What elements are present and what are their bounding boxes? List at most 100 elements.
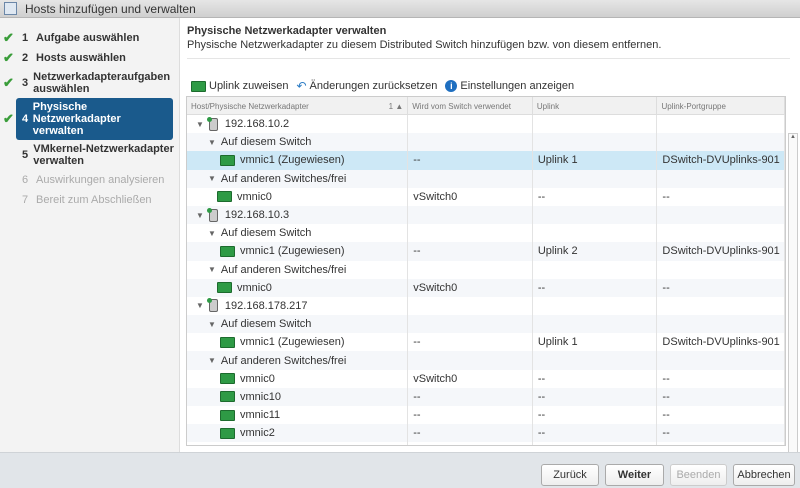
next-button[interactable]: Weiter xyxy=(605,464,664,486)
step-label: Hosts auswählen xyxy=(36,52,126,64)
table-row[interactable]: vmnic0 vSwitch0 -- -- xyxy=(187,278,785,297)
info-icon: i xyxy=(445,80,458,92)
host-icon xyxy=(206,298,218,313)
cell-portgroup: DSwitch-DVUplinks-901 xyxy=(657,151,785,170)
adapter-name: vmnic11 xyxy=(240,409,281,422)
collapse-icon[interactable]: ▼ xyxy=(208,229,216,238)
adapter-name: vmnic1 (Zugewiesen) xyxy=(240,154,345,167)
collapse-icon[interactable]: ▼ xyxy=(208,138,216,147)
cell-used-by xyxy=(408,315,533,334)
cell-adapter: ▼ Auf anderen Switches/frei xyxy=(187,351,409,370)
column-header-uplink[interactable]: Uplink xyxy=(533,97,658,114)
checkmark-icon: ✔ xyxy=(3,30,14,45)
cancel-button[interactable]: Abbrechen xyxy=(733,464,795,486)
settings-label: Einstellungen anzeigen xyxy=(460,80,575,92)
column-header-portgroup[interactable]: Uplink-Portgruppe xyxy=(657,97,785,114)
toolbar: Uplink zuweisen ↶ Änderungen zurücksetzen… xyxy=(191,79,574,93)
checkmark-icon: ✔ xyxy=(3,111,14,126)
table-row[interactable]: vmnic2 -- -- -- xyxy=(187,424,785,443)
cell-used-by: -- xyxy=(408,333,533,352)
cell-used-by: vSwitch0 xyxy=(408,278,533,297)
finish-button[interactable]: Beenden xyxy=(670,464,727,486)
title-bar: Hosts hinzufügen und verwalten xyxy=(0,0,800,18)
back-button[interactable]: Zurück xyxy=(541,464,599,486)
table-row[interactable]: vmnic0 vSwitch0 -- -- xyxy=(187,369,785,388)
cell-adapter: vmnic1 (Zugewiesen) xyxy=(187,151,409,170)
view-settings-button[interactable]: i Einstellungen anzeigen xyxy=(445,80,574,92)
cell-adapter: vmnic2 xyxy=(187,424,409,443)
table-row[interactable]: vmnic10 -- -- -- xyxy=(187,387,785,406)
cell-portgroup xyxy=(657,205,785,225)
nic-icon xyxy=(217,191,232,203)
table-row[interactable]: ▼ Auf diesem Switch xyxy=(187,133,785,152)
table-row[interactable]: vmnic3 xyxy=(187,442,785,445)
table-row[interactable]: vmnic11 -- -- -- xyxy=(187,406,785,425)
cell-adapter: ▼ Auf diesem Switch xyxy=(187,133,409,152)
adapter-name: Auf diesem Switch xyxy=(220,318,312,331)
scroll-up-icon[interactable]: ▲ xyxy=(789,134,797,140)
adapter-name: vmnic1 (Zugewiesen) xyxy=(240,336,345,349)
collapse-icon[interactable]: ▼ xyxy=(208,320,216,329)
collapse-icon[interactable]: ▼ xyxy=(208,265,216,274)
cell-portgroup: DSwitch-DVUplinks-901 xyxy=(657,333,785,352)
table-row[interactable]: vmnic1 (Zugewiesen) -- Uplink 1 DSwitch-DVU… xyxy=(187,333,785,352)
table-row[interactable]: ▼ Auf diesem Switch xyxy=(187,315,785,334)
nic-icon xyxy=(220,373,235,385)
cell-uplink: Uplink 1 xyxy=(533,333,658,352)
adapter-name: Auf anderen Switches/frei xyxy=(220,354,347,367)
cell-portgroup: -- xyxy=(657,187,785,206)
step-5[interactable]: 5 VMkernel-Netzwerkadapter verwalten xyxy=(0,140,179,170)
table-row[interactable]: ▼ 192.168.10.2 xyxy=(187,115,785,134)
column-header-adapter[interactable]: Host/Physische Netzwerkadapter 1 ▲ xyxy=(187,97,409,114)
adapter-name: vmnic2 xyxy=(240,427,275,440)
table-row[interactable]: vmnic0 vSwitch0 -- -- xyxy=(187,187,785,206)
cell-used-by xyxy=(408,442,533,445)
cell-uplink: Uplink 1 xyxy=(533,151,658,170)
step-1[interactable]: ✔ 1 Aufgabe auswählen xyxy=(0,28,179,48)
cell-adapter: ▼ 192.168.10.2 xyxy=(187,115,409,134)
adapter-name: 192.168.10.2 xyxy=(224,118,290,131)
adapter-name: vmnic1 (Zugewiesen) xyxy=(240,245,345,258)
table-row[interactable]: ▼ Auf anderen Switches/frei xyxy=(187,169,785,188)
vertical-scrollbar[interactable]: ▲▼ xyxy=(788,133,798,465)
cell-uplink: -- xyxy=(533,387,658,406)
cell-uplink xyxy=(533,115,658,134)
adapter-name: vmnic0 xyxy=(240,372,275,385)
column-label: Host/Physische Netzwerkadapter xyxy=(191,102,309,111)
collapse-icon[interactable]: ▼ xyxy=(208,174,216,183)
step-4[interactable]: ✔ 4 Physische Netzwerkadapter verwalten xyxy=(3,98,173,140)
cell-used-by: vSwitch0 xyxy=(408,187,533,206)
table-row[interactable]: ▼ 192.168.178.217 xyxy=(187,296,785,316)
reset-changes-button[interactable]: ↶ Änderungen zurücksetzen xyxy=(296,79,437,93)
column-header-used-by[interactable]: Wird vom Switch verwendet xyxy=(408,97,533,114)
collapse-icon[interactable]: ▼ xyxy=(196,120,204,129)
collapse-icon[interactable]: ▼ xyxy=(196,211,204,220)
collapse-icon[interactable]: ▼ xyxy=(208,356,216,365)
step-number: 7 xyxy=(22,194,29,206)
table-row[interactable]: ▼ Auf anderen Switches/frei xyxy=(187,351,785,370)
collapse-icon[interactable]: ▼ xyxy=(196,301,204,310)
table-row[interactable]: vmnic1 (Zugewiesen) -- Uplink 2 DSwitch-DVU… xyxy=(187,242,785,261)
cell-uplink xyxy=(533,442,658,445)
adapter-name: Auf anderen Switches/frei xyxy=(220,172,347,185)
step-number: 1 xyxy=(22,32,29,44)
step-3[interactable]: ✔ 3 Netzwerkadapteraufgaben auswählen xyxy=(0,68,179,98)
table-row[interactable]: vmnic1 (Zugewiesen) -- Uplink 1 DSwitch-DVU… xyxy=(187,151,785,170)
step-2[interactable]: ✔ 2 Hosts auswählen xyxy=(0,48,179,68)
nic-icon xyxy=(220,391,235,403)
table-row[interactable]: ▼ 192.168.10.3 xyxy=(187,205,785,225)
cell-uplink: -- xyxy=(533,369,658,388)
cell-uplink: Uplink 2 xyxy=(533,242,658,261)
cell-uplink: -- xyxy=(533,406,658,425)
adapter-table: Host/Physische Netzwerkadapter 1 ▲ Wird v… xyxy=(186,96,786,446)
cell-portgroup: -- xyxy=(657,278,785,297)
assign-uplink-button[interactable]: Uplink zuweisen xyxy=(191,80,288,92)
cell-portgroup xyxy=(657,296,785,316)
adapter-name: vmnic0 xyxy=(237,190,272,203)
table-row[interactable]: ▼ Auf diesem Switch xyxy=(187,224,785,243)
table-row[interactable]: ▼ Auf anderen Switches/frei xyxy=(187,260,785,279)
cell-used-by xyxy=(408,169,533,188)
cell-portgroup xyxy=(657,315,785,334)
cell-adapter: ▼ Auf anderen Switches/frei xyxy=(187,169,409,188)
cell-portgroup xyxy=(657,260,785,279)
